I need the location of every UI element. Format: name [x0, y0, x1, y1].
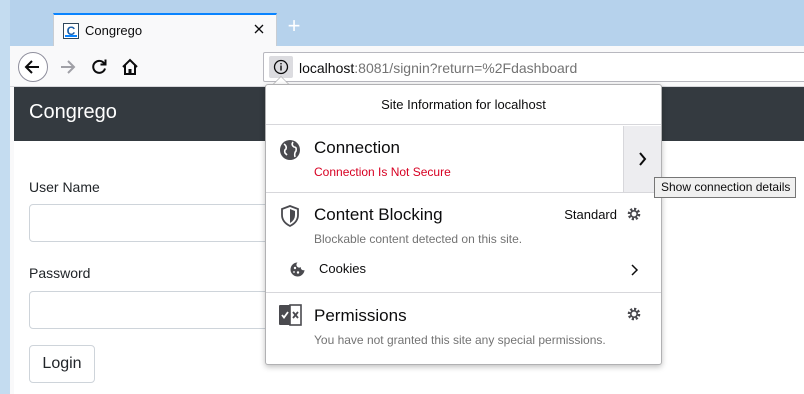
connection-section[interactable]: Connection Connection Is Not Secure	[266, 126, 661, 193]
arrow-right-icon	[61, 60, 76, 74]
chevron-right-icon	[631, 264, 639, 276]
blocking-detail: Blockable content detected on this site.	[314, 232, 523, 246]
tab-congrego[interactable]: C Congrego	[53, 13, 277, 46]
gear-icon[interactable]	[625, 205, 643, 223]
nav-toolbar: localhost:8081/signin?return=%2Fdashboar…	[10, 46, 804, 87]
home-icon	[122, 58, 138, 75]
blocking-mode-label: Standard	[564, 207, 617, 222]
arrow-left-icon	[24, 60, 39, 74]
reload-button[interactable]	[85, 53, 113, 81]
panel-header: Site Information for localhost	[266, 85, 661, 125]
cookies-label: Cookies	[319, 261, 366, 276]
password-label: Password	[29, 265, 91, 281]
username-field[interactable]	[29, 204, 269, 242]
reload-icon	[92, 59, 107, 74]
brand-name[interactable]: Congrego	[29, 101, 117, 124]
new-tab-button[interactable]: +	[283, 15, 305, 37]
url-path: :8081/signin?return=%2Fdashboard	[354, 60, 578, 76]
tooltip: Show connection details	[654, 177, 796, 198]
url-host: localhost	[299, 60, 355, 76]
window-frame-left	[0, 0, 10, 394]
close-icon[interactable]	[250, 20, 268, 38]
username-label: User Name	[29, 179, 100, 195]
login-button[interactable]: Login	[29, 345, 95, 383]
permissions-detail: You have not granted this site any speci…	[314, 333, 606, 347]
cookies-row[interactable]: Cookies	[266, 255, 661, 285]
url-bar[interactable]: localhost:8081/signin?return=%2Fdashboar…	[263, 52, 804, 82]
content-blocking-section: Content Blocking Standard Blockable cont…	[266, 193, 661, 293]
permissions-section: Permissions You have not granted this si…	[266, 293, 661, 365]
info-icon	[273, 59, 289, 75]
cookie-icon	[290, 262, 305, 277]
password-field[interactable]	[29, 291, 269, 329]
globe-icon	[280, 140, 300, 160]
back-button[interactable]	[18, 52, 48, 82]
tab-title: Congrego	[85, 23, 143, 38]
permissions-title: Permissions	[314, 306, 407, 325]
permissions-icon	[279, 304, 302, 326]
shield-icon	[281, 205, 299, 228]
site-favicon: C	[63, 23, 79, 39]
connection-title: Connection	[314, 138, 401, 157]
gear-icon[interactable]	[625, 305, 643, 323]
connection-status: Connection Is Not Secure	[314, 165, 451, 179]
content-blocking-title: Content Blocking	[314, 205, 443, 224]
home-button[interactable]	[116, 53, 144, 81]
forward-button[interactable]	[54, 53, 82, 81]
site-info-panel: Site Information for localhost Connectio…	[265, 84, 662, 365]
site-identity-button[interactable]	[269, 56, 293, 78]
url-text[interactable]: localhost:8081/signin?return=%2Fdashboar…	[299, 60, 577, 76]
